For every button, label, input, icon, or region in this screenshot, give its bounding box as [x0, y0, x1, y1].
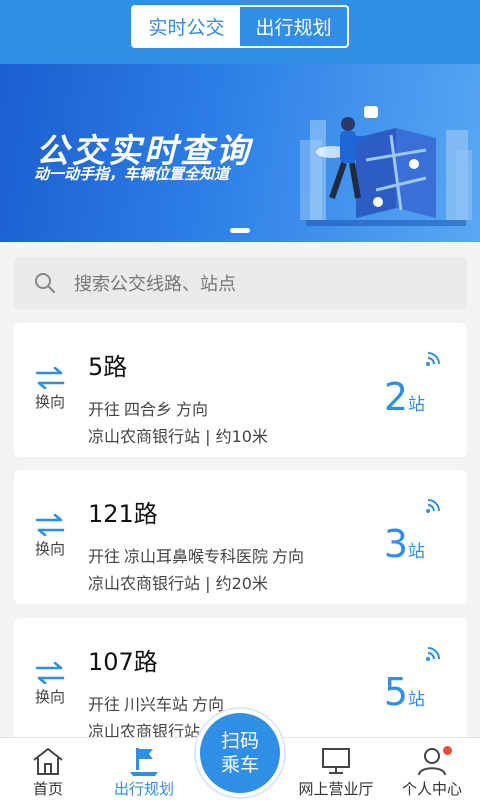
route-card[interactable]: 换向 121路 开往 凉山耳鼻喉专科医院 方向 凉山农商银行站 | 约20米 3站: [14, 470, 467, 604]
search-placeholder: 搜索公交线路、站点: [74, 274, 236, 295]
nav-home[interactable]: 首页: [0, 738, 96, 800]
nav-online-service-hall[interactable]: 网上营业厅: [288, 738, 384, 800]
swap-arrows-icon: [35, 514, 65, 536]
route-name: 121路: [88, 500, 158, 528]
nav-label: 个人中心: [401, 780, 462, 798]
promo-banner[interactable]: 公交实时查询 动一动手指，车辆位置全知道: [0, 64, 480, 242]
swap-label: 换向: [34, 688, 65, 706]
nearby-stop-info: 凉山农商银行站 | 约10米: [88, 427, 268, 446]
eta-stops: 5站: [383, 670, 425, 714]
route-name: 107路: [88, 648, 158, 676]
nav-trip-planning[interactable]: 出行规划: [96, 738, 192, 800]
swap-direction-button[interactable]: 换向: [32, 367, 68, 427]
search-bar[interactable]: 搜索公交线路、站点: [14, 257, 467, 309]
swap-label: 换向: [34, 393, 65, 411]
realtime-signal-icon: [426, 647, 440, 661]
eta-stops: 3站: [383, 522, 425, 566]
eta-stops: 2站: [383, 375, 425, 419]
nav-label: 网上营业厅: [298, 780, 374, 798]
route-direction: 开往 川兴车站 方向: [88, 695, 225, 714]
tab-trip-planning[interactable]: 出行规划: [240, 7, 347, 46]
nav-label: 出行规划: [113, 780, 174, 798]
swap-direction-button[interactable]: 换向: [32, 662, 68, 722]
route-name: 5路: [88, 353, 128, 381]
route-direction: 开往 四合乡 方向: [88, 400, 209, 419]
notification-badge: [443, 746, 452, 755]
nearby-stop-info: 凉山农商银行站 | 约20米: [88, 574, 268, 593]
route-card[interactable]: 换向 5路 开往 四合乡 方向 凉山农商银行站 | 约10米 2站: [14, 323, 467, 457]
swap-direction-button[interactable]: 换向: [32, 514, 68, 574]
scan-label-line1: 扫码: [220, 730, 259, 752]
top-header: 实时公交 出行规划: [0, 0, 480, 64]
nav-label: 首页: [32, 780, 63, 798]
route-direction: 开往 凉山耳鼻喉专科医院 方向: [88, 547, 305, 566]
carousel-indicator[interactable]: [230, 228, 250, 233]
mode-segmented-control: 实时公交 出行规划: [131, 5, 349, 48]
swap-arrows-icon: [35, 367, 65, 389]
scan-to-ride-button[interactable]: 扫码 乘车: [196, 709, 284, 797]
realtime-signal-icon: [426, 352, 440, 366]
banner-subtitle: 动一动手指，车辆位置全知道: [34, 165, 230, 183]
tab-realtime-bus[interactable]: 实时公交: [133, 7, 240, 46]
home-icon: [33, 748, 63, 775]
city-map-illustration: [300, 106, 472, 226]
swap-arrows-icon: [35, 662, 65, 684]
scan-label-line2: 乘车: [220, 754, 259, 776]
search-icon: [35, 273, 56, 294]
flag-icon: [130, 748, 158, 776]
nav-personal-center[interactable]: 个人中心: [384, 738, 480, 800]
realtime-signal-icon: [426, 499, 440, 513]
monitor-icon: [322, 748, 350, 774]
swap-label: 换向: [34, 540, 65, 558]
